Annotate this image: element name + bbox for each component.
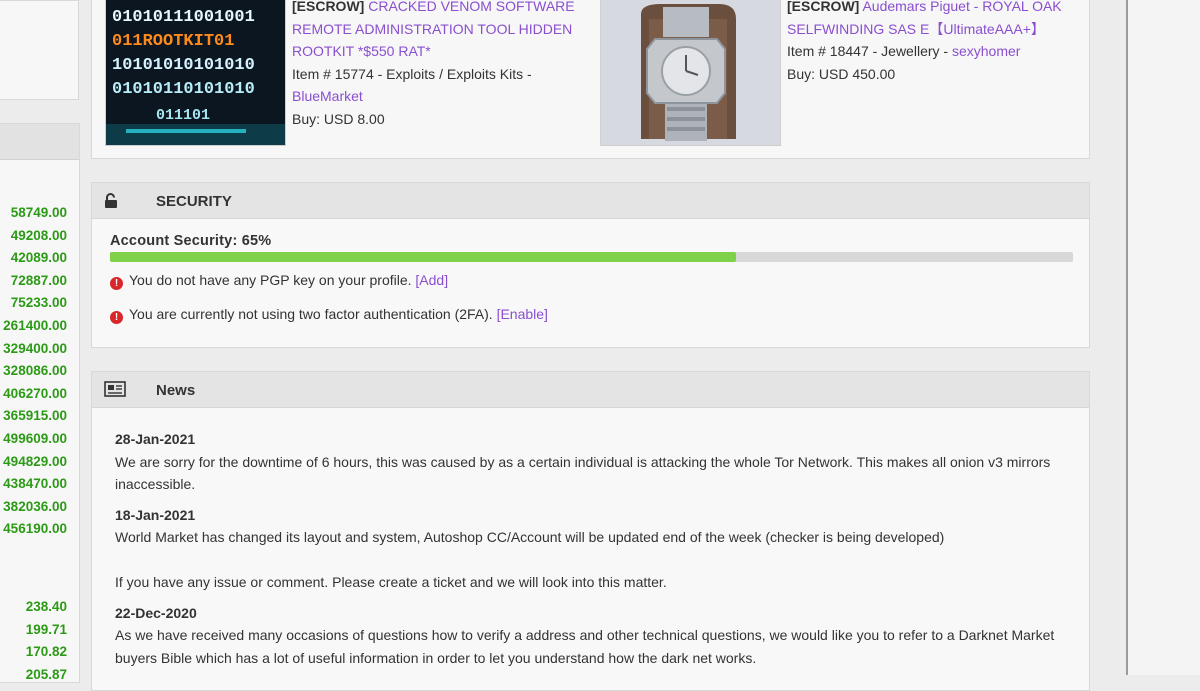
binary-row: 011101 (156, 107, 210, 124)
product-image-watch[interactable] (600, 0, 781, 146)
sidebar-top-panel (0, 0, 79, 100)
news-text: If you have any issue or comment. Please… (115, 573, 667, 590)
sidebar-value: 238.40 (25, 599, 67, 614)
alert-text: You do not have any PGP key on your prof… (129, 272, 412, 288)
news-list: 28-Jan-2021 We are sorry for the downtim… (115, 428, 1055, 677)
news-text: World Market has changed its layout and … (115, 529, 945, 546)
binary-row: 01010110101010 (112, 80, 255, 99)
scroll-gutter[interactable] (1128, 0, 1200, 675)
news-date: 18-Jan-2021 (115, 506, 196, 523)
news-title: News (156, 382, 196, 399)
sidebar-value: 494829.00 (3, 453, 67, 469)
product-price: Buy: USD 450.00 (787, 65, 896, 82)
error-icon: ! (110, 311, 123, 324)
sidebar-value: 58749.00 (10, 205, 67, 220)
add-pgp-link[interactable]: [Add] (415, 272, 448, 288)
binary-row: 011ROOTKIT01 (112, 32, 234, 51)
alert-text: You are currently not using two factor a… (129, 306, 493, 322)
newspaper-icon (104, 381, 126, 400)
news-item: 22-Dec-2020 As we have received many occ… (115, 602, 1055, 670)
sidebar-panel-header (0, 124, 79, 160)
sidebar-value: 72887.00 (10, 272, 67, 288)
product-price: Buy: USD 8.00 (292, 110, 385, 127)
vendor-link[interactable]: sexyhomer (952, 43, 1020, 59)
news-panel-header: News (92, 372, 1089, 408)
sidebar-value: 170.82 (25, 644, 67, 660)
news-date: 28-Jan-2021 (115, 431, 196, 447)
binary-code-image: 01010111001001 011ROOTKIT01 101010101010… (106, 0, 285, 145)
sidebar-value: 261400.00 (3, 317, 67, 333)
sidebar-value: 365915.00 (3, 408, 67, 424)
binary-row: 01010111001001 (112, 8, 255, 27)
product-info: [ESCROW] CRACKED VENOM SOFTWARE REMOTE A… (292, 0, 582, 130)
sidebar-values-panel: 58749.00 49208.00 42089.00 72887.00 7523… (0, 123, 80, 683)
security-title: SECURITY (156, 193, 232, 210)
account-security-progress (110, 252, 1073, 262)
product-info: [ESCROW] Audemars Piguet - ROYAL OAK SEL… (787, 0, 1077, 85)
product-item-line: Item # 15774 - Exploits / Exploits Kits … (292, 65, 532, 82)
product-image-rootkit[interactable]: 01010111001001 011ROOTKIT01 101010101010… (105, 0, 286, 146)
account-security-label: Account Security: 65% (110, 233, 272, 249)
sidebar-values-list-top: 58749.00 49208.00 42089.00 72887.00 7523… (3, 202, 67, 541)
pgp-alert: ! You do not have any PGP key on your pro… (110, 272, 448, 290)
product-item-line: Item # 18447 - Jewellery - (787, 43, 949, 59)
progress-fill (110, 252, 736, 262)
featured-products-panel: 01010111001001 011ROOTKIT01 101010101010… (91, 0, 1090, 159)
enable-2fa-link[interactable]: [Enable] (497, 306, 548, 322)
escrow-tag: [ESCROW] (292, 0, 365, 14)
security-panel: SECURITY Account Security: 65% ! You do n… (91, 182, 1090, 348)
news-item: 28-Jan-2021 We are sorry for the downtim… (115, 428, 1055, 496)
unlock-icon (104, 193, 118, 212)
2fa-alert: ! You are currently not using two factor … (110, 306, 548, 324)
sidebar-value: 75233.00 (10, 295, 67, 311)
vendor-link[interactable]: BlueMarket (292, 88, 363, 104)
binary-row: 10101010101010 (112, 56, 255, 75)
news-panel: News 28-Jan-2021 We are sorry for the do… (91, 371, 1090, 691)
sidebar-value: 329400.00 (3, 340, 67, 356)
sidebar-value: 42089.00 (10, 250, 67, 266)
news-text: As we have received many occasions of qu… (115, 627, 1055, 666)
sidebar-value: 406270.00 (3, 385, 67, 401)
news-date: 22-Dec-2020 (115, 604, 197, 621)
sidebar-value: 382036.00 (3, 498, 67, 514)
sidebar-value: 456190.00 (3, 521, 67, 537)
sidebar-value: 49208.00 (10, 227, 67, 243)
escrow-tag: [ESCROW] (787, 0, 860, 14)
sidebar-value: 328086.00 (3, 363, 67, 379)
sidebar-value: 205.87 (25, 666, 67, 682)
news-item: 18-Jan-2021 World Market has changed its… (115, 504, 1055, 594)
sidebar-value: 438470.00 (3, 476, 67, 492)
sidebar-value: 499609.00 (3, 430, 67, 446)
watch-image (601, 0, 780, 145)
news-text: We are sorry for the downtime of 6 hours… (115, 453, 1051, 493)
sidebar-value: 199.71 (25, 621, 67, 637)
sidebar-values-list-bottom: 238.40 199.71 170.82 205.87 (26, 596, 67, 686)
error-icon: ! (110, 277, 123, 290)
security-panel-header: SECURITY (92, 183, 1089, 219)
